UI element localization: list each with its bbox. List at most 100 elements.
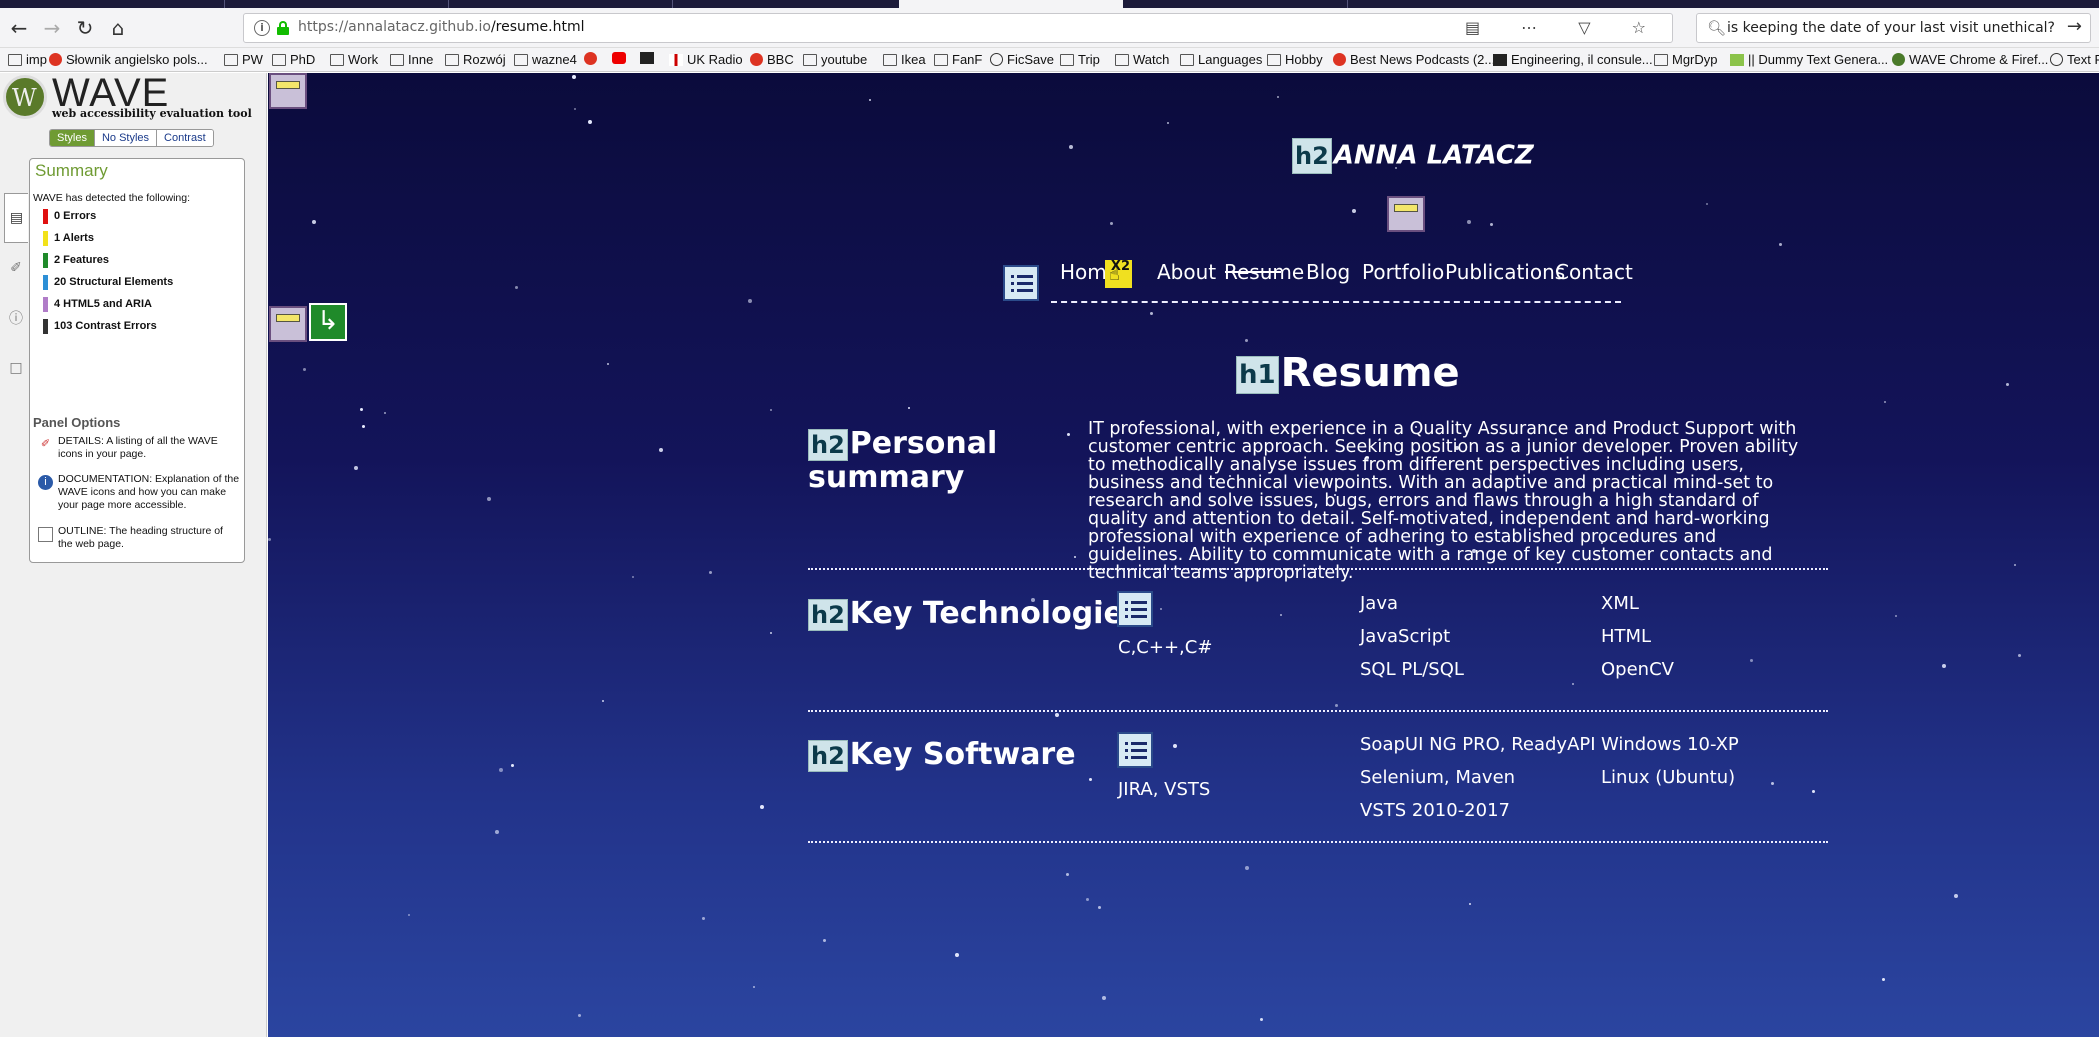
bookmark-item[interactable]: Languages bbox=[1180, 52, 1262, 67]
bookmark-item[interactable]: BBC bbox=[750, 52, 794, 67]
star bbox=[770, 632, 772, 634]
list-icon[interactable] bbox=[1117, 591, 1153, 627]
tab[interactable] bbox=[224, 0, 225, 8]
bookmark-item[interactable] bbox=[584, 52, 597, 65]
wave-region-icon[interactable] bbox=[1387, 196, 1425, 232]
h2-icon[interactable]: h2 bbox=[808, 428, 848, 461]
bookmark-item[interactable]: imp bbox=[8, 52, 47, 67]
bookmark-item[interactable]: PW bbox=[224, 52, 263, 67]
pocket-icon[interactable]: ▽ bbox=[1578, 18, 1608, 37]
bookmark-item[interactable]: youtube bbox=[803, 52, 867, 67]
bookmark-label: Engineering, il consule... bbox=[1511, 52, 1653, 67]
lock-icon[interactable] bbox=[277, 21, 289, 35]
reader-icon[interactable]: ▤ bbox=[1465, 18, 1498, 37]
star bbox=[588, 120, 592, 124]
contrast-errors-count[interactable]: 103 Contrast Errors bbox=[43, 319, 157, 334]
bookmark-item[interactable] bbox=[612, 52, 626, 64]
bookmark-item[interactable]: || Dummy Text Genera... bbox=[1730, 52, 1888, 67]
list-icon[interactable] bbox=[1003, 265, 1039, 301]
bookmark-item[interactable]: MgrDyp bbox=[1654, 52, 1718, 67]
tab-active[interactable] bbox=[899, 0, 1123, 8]
redundant-link-alert-icon[interactable]: X2 ☝ bbox=[1105, 260, 1132, 288]
bookmark-item[interactable] bbox=[640, 52, 654, 64]
star bbox=[1160, 608, 1162, 610]
bookmark-item[interactable]: Ikea bbox=[883, 52, 926, 67]
home-icon[interactable]: ⌂ bbox=[104, 14, 132, 42]
bookmark-item[interactable]: WAVE Chrome & Firef... bbox=[1892, 52, 2048, 67]
star bbox=[908, 407, 910, 409]
h2-icon[interactable]: h2 bbox=[808, 598, 848, 631]
url-text[interactable]: https://annalatacz.github.io/resume.html bbox=[298, 19, 584, 35]
structural-count[interactable]: 20 Structural Elements bbox=[43, 275, 173, 290]
outline-option[interactable]: OUTLINE: The heading structure of the we… bbox=[38, 525, 240, 551]
h2-icon[interactable]: h2 bbox=[1292, 138, 1332, 174]
search-input[interactable]: is keeping the date of your last visit u… bbox=[1727, 20, 2055, 36]
browser-toolbar: ← → ↻ ⌂ i https://annalatacz.github.io/r… bbox=[0, 8, 2099, 48]
nav-contact[interactable]: Contact bbox=[1555, 260, 1633, 284]
summary-tab-icon[interactable]: ▤ bbox=[4, 193, 28, 243]
bookmark-item[interactable]: Słownik angielsko pols... bbox=[49, 52, 208, 67]
go-arrow-icon[interactable]: → bbox=[2067, 16, 2082, 37]
documentation-tab-icon[interactable]: ⓘ bbox=[4, 293, 28, 343]
bookmark-item[interactable]: Work bbox=[330, 52, 378, 67]
star bbox=[574, 108, 576, 110]
features-count[interactable]: 2 Features bbox=[43, 253, 109, 268]
bookmark-label: UK Radio bbox=[687, 52, 743, 67]
documentation-option[interactable]: i DOCUMENTATION: Explanation of the WAVE … bbox=[38, 473, 240, 512]
errors-count[interactable]: 0 Errors bbox=[43, 209, 96, 224]
bookmark-label: Work bbox=[348, 52, 379, 67]
wave-region-icon[interactable] bbox=[269, 73, 307, 109]
bookmark-item[interactable]: FicSave bbox=[990, 52, 1054, 67]
star bbox=[1150, 312, 1153, 315]
reload-icon[interactable]: ↻ bbox=[71, 14, 99, 42]
star bbox=[770, 409, 772, 411]
nav-publications[interactable]: Publications bbox=[1445, 260, 1565, 284]
more-icon[interactable]: ⋯ bbox=[1521, 18, 1555, 37]
page-title-text: Resume bbox=[1280, 350, 1460, 396]
bookmark-item[interactable]: PhD bbox=[272, 52, 315, 67]
outline-tab-icon[interactable]: □ bbox=[4, 343, 28, 393]
h1-icon[interactable]: h1 bbox=[1236, 356, 1279, 394]
section-divider bbox=[808, 710, 1828, 712]
forward-icon[interactable]: → bbox=[38, 14, 66, 42]
globe-icon bbox=[2050, 53, 2063, 66]
bookmark-item[interactable]: FanF bbox=[934, 52, 982, 67]
summary-heading: Summary bbox=[35, 161, 108, 180]
search-icon: 🔍︎ bbox=[1707, 19, 1727, 37]
info-icon[interactable]: i bbox=[254, 20, 270, 36]
tab[interactable] bbox=[1347, 0, 1348, 8]
no-styles-button[interactable]: No Styles bbox=[93, 130, 157, 146]
bookmark-item[interactable]: Inne bbox=[390, 52, 433, 67]
bookmark-star-icon[interactable]: ☆ bbox=[1632, 18, 1664, 37]
list-icon[interactable] bbox=[1117, 732, 1153, 768]
tab[interactable] bbox=[448, 0, 449, 8]
tab[interactable] bbox=[672, 0, 673, 8]
star bbox=[1066, 873, 1069, 876]
bookmark-item[interactable]: UK Radio bbox=[669, 52, 743, 67]
bookmark-item[interactable]: Watch bbox=[1115, 52, 1169, 67]
search-bar[interactable]: 🔍︎ is keeping the date of your last visi… bbox=[1696, 13, 2091, 43]
bookmark-item[interactable]: Best News Podcasts (2... bbox=[1333, 52, 1495, 67]
html5-aria-count[interactable]: 4 HTML5 and ARIA bbox=[43, 297, 152, 312]
alerts-count[interactable]: 1 Alerts bbox=[43, 231, 94, 246]
bookmark-item[interactable]: Engineering, il consule... bbox=[1493, 52, 1653, 67]
bookmark-item[interactable]: Rozwój bbox=[445, 52, 506, 67]
nav-blog[interactable]: Blog bbox=[1306, 260, 1350, 284]
bookmark-item[interactable]: wazne4 bbox=[514, 52, 577, 67]
url-bar[interactable]: i https://annalatacz.github.io/resume.ht… bbox=[243, 13, 1673, 43]
wave-icon bbox=[1892, 53, 1905, 66]
bookmark-item[interactable]: Trip bbox=[1060, 52, 1100, 67]
details-option[interactable]: ✐ DETAILS: A listing of all the WAVE icon… bbox=[38, 435, 240, 461]
nav-portfolio[interactable]: Portfolio bbox=[1362, 260, 1444, 284]
bookmark-item[interactable]: Hobby bbox=[1267, 52, 1323, 67]
bookmark-item[interactable]: Text F bbox=[2050, 52, 2099, 67]
skip-link-icon[interactable]: ↳ bbox=[309, 303, 347, 341]
back-icon[interactable]: ← bbox=[5, 14, 33, 42]
styles-button[interactable]: Styles bbox=[50, 130, 94, 146]
wave-region-icon[interactable] bbox=[269, 306, 307, 342]
contrast-button[interactable]: Contrast bbox=[156, 130, 213, 146]
h2-icon[interactable]: h2 bbox=[808, 739, 848, 772]
nav-about[interactable]: About bbox=[1157, 260, 1216, 284]
details-tab-icon[interactable]: ✐ bbox=[4, 243, 28, 293]
site-icon bbox=[640, 52, 654, 64]
